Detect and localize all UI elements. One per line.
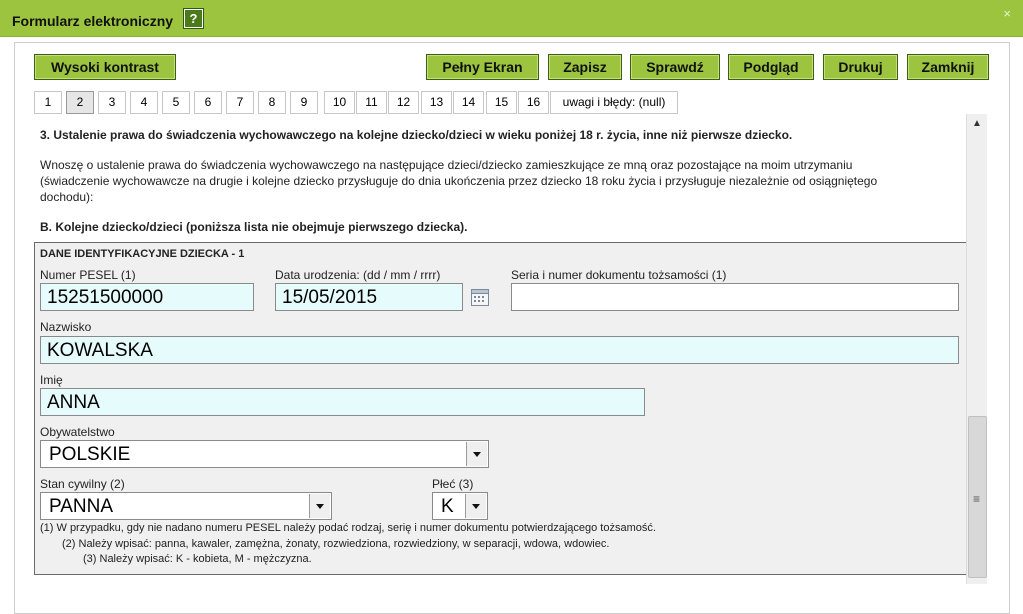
citizenship-label: Obywatelstwo: [40, 425, 115, 439]
marital-status-select[interactable]: PANNA: [40, 492, 332, 520]
section-subheading: B. Kolejne dziecko/dzieci (poniższa list…: [40, 220, 468, 234]
section-paragraph-line-1: Wnoszę o ustalenie prawa do świadczenia …: [40, 158, 853, 172]
vertical-scrollbar[interactable]: ▲ ≡: [966, 114, 987, 584]
footnote-3: (3) Należy wpisać: K - kobieta, M - mężc…: [83, 553, 312, 565]
sex-value: K: [441, 496, 454, 517]
footnote-1: (1) W przypadku, gdy nie nadano numeru P…: [40, 522, 656, 534]
pesel-label: Numer PESEL (1): [40, 268, 136, 282]
footnote-2: (2) Należy wpisać: panna, kawaler, zamęż…: [62, 538, 610, 550]
preview-button[interactable]: Podgląd: [728, 54, 814, 80]
close-icon[interactable]: ×: [1003, 6, 1011, 21]
tab-notes-errors[interactable]: uwagi i błędy: (null): [550, 91, 678, 114]
tab-12[interactable]: 12: [388, 91, 419, 114]
tab-3[interactable]: 3: [98, 91, 126, 114]
section-paragraph-line-3: dochodu):: [40, 190, 94, 204]
pesel-field[interactable]: 15251500000: [40, 283, 254, 311]
grip-icon: ≡: [973, 492, 981, 506]
tab-16[interactable]: 16: [518, 91, 549, 114]
close-button[interactable]: Zamknij: [907, 54, 989, 80]
document-label: Seria i numer dokumentu tożsamości (1): [511, 268, 727, 282]
tab-9[interactable]: 9: [290, 91, 318, 114]
citizenship-value: POLSKIE: [49, 444, 131, 465]
scroll-up-icon[interactable]: ▲: [967, 114, 987, 134]
citizenship-select[interactable]: POLSKIE: [40, 440, 489, 468]
surname-field[interactable]: KOWALSKA: [40, 336, 959, 364]
tab-4[interactable]: 4: [130, 91, 158, 114]
tab-15[interactable]: 15: [486, 91, 517, 114]
child-box-title: DANE IDENTYFIKACYJNE DZIECKA - 1: [40, 248, 245, 260]
tab-6[interactable]: 6: [194, 91, 222, 114]
tab-11[interactable]: 11: [356, 91, 387, 114]
marital-status-label: Stan cywilny (2): [40, 477, 125, 491]
tab-7[interactable]: 7: [226, 91, 254, 114]
dob-label: Data urodzenia: (dd / mm / rrrr): [275, 268, 441, 282]
tab-13[interactable]: 13: [421, 91, 452, 114]
check-button[interactable]: Sprawdź: [630, 54, 720, 80]
document-field[interactable]: [511, 283, 959, 311]
tab-14[interactable]: 14: [453, 91, 484, 114]
scrollbar-thumb[interactable]: ≡: [968, 416, 987, 578]
tab-10[interactable]: 10: [324, 91, 355, 114]
sex-label: Płeć (3): [432, 477, 474, 491]
section-heading: 3. Ustalenie prawa do świadczenia wychow…: [40, 128, 793, 142]
sex-select[interactable]: K: [432, 492, 488, 520]
calendar-icon[interactable]: [471, 289, 489, 306]
surname-label: Nazwisko: [40, 320, 92, 334]
tab-8[interactable]: 8: [258, 91, 286, 114]
tab-5[interactable]: 5: [162, 91, 190, 114]
section-paragraph-line-2: (świadczenie wychowawcze na drugie i kol…: [40, 174, 878, 188]
window-title: Formularz elektroniczny: [12, 13, 174, 29]
print-button[interactable]: Drukuj: [823, 54, 898, 80]
tab-2[interactable]: 2: [66, 91, 94, 114]
tab-1[interactable]: 1: [34, 91, 62, 114]
save-button[interactable]: Zapisz: [548, 54, 622, 80]
fullscreen-button[interactable]: Pełny Ekran: [426, 54, 539, 80]
first-name-field[interactable]: ANNA: [40, 388, 645, 416]
high-contrast-button[interactable]: Wysoki kontrast: [34, 54, 176, 80]
help-icon[interactable]: ?: [184, 9, 203, 28]
chevron-down-icon[interactable]: [465, 494, 486, 518]
chevron-down-icon[interactable]: [466, 442, 487, 466]
chevron-down-icon[interactable]: [309, 494, 330, 518]
marital-status-value: PANNA: [49, 496, 114, 517]
dob-field[interactable]: 15/05/2015: [275, 283, 463, 311]
first-name-label: Imię: [40, 373, 63, 387]
title-bar: Formularz elektroniczny ? ×: [0, 0, 1023, 37]
